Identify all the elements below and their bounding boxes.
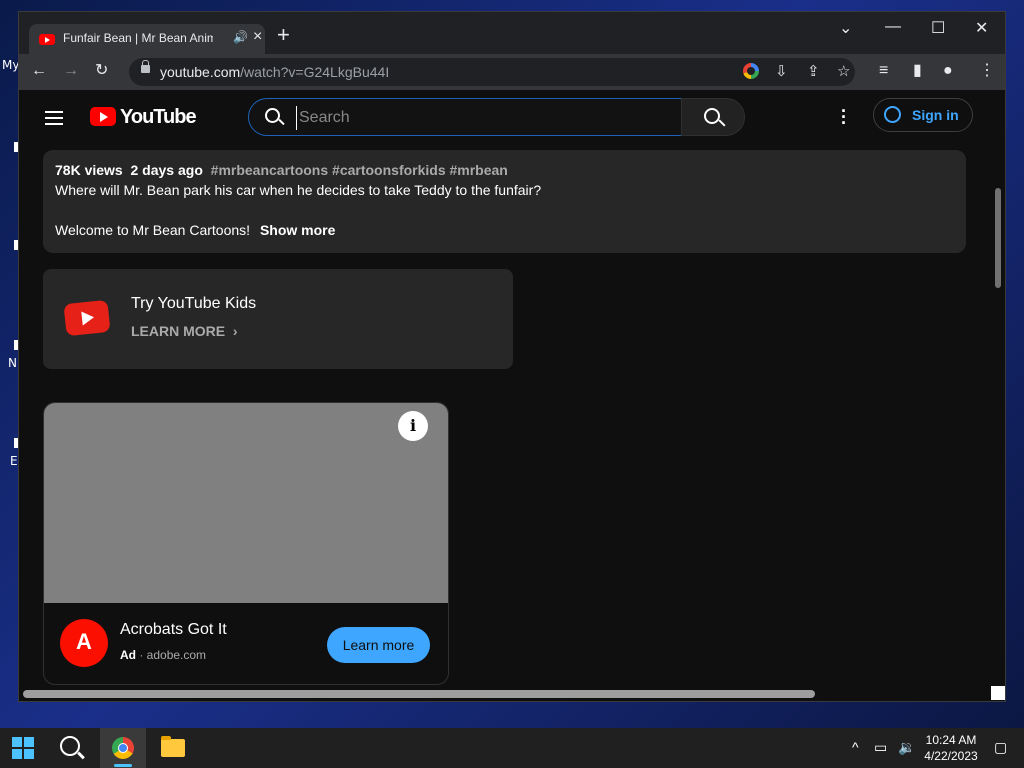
youtube-favicon-icon xyxy=(39,34,55,45)
search-input[interactable] xyxy=(296,106,661,130)
scrollbar-corner xyxy=(991,686,1005,700)
title-bar: Funfair Bean | Mr Bean Anim 🔊 × + ⌄ — ☐ … xyxy=(19,12,1005,54)
menu-kebab-icon[interactable]: ⋮ xyxy=(979,62,995,80)
ad-headline: Acrobats Got It xyxy=(120,621,227,638)
show-hidden-icons-chevron-icon[interactable]: ^ xyxy=(852,739,859,755)
back-button[interactable]: ← xyxy=(31,62,47,80)
youtube-kids-logo-icon xyxy=(63,299,111,337)
adobe-acrobat-logo-icon xyxy=(60,619,108,667)
bookmark-star-icon[interactable]: ☆ xyxy=(837,62,850,80)
notification-icon[interactable]: ▢ xyxy=(994,739,1007,756)
network-icon[interactable]: ▭ xyxy=(874,739,887,756)
tab-title: Funfair Bean | Mr Bean Anim xyxy=(63,31,213,45)
active-indicator xyxy=(114,764,132,767)
close-window-button[interactable]: ✕ xyxy=(975,18,988,38)
maximize-button[interactable]: ☐ xyxy=(931,18,945,38)
taskbar-search-icon[interactable] xyxy=(60,736,80,756)
ad-meta: Ad · adobe.com xyxy=(120,648,207,662)
search-box xyxy=(248,98,682,136)
browser-tab[interactable]: Funfair Bean | Mr Bean Anim 🔊 × xyxy=(29,24,265,54)
tab-search-chevron-icon[interactable]: ⌄ xyxy=(839,18,852,38)
media-control-icon[interactable]: ≡ xyxy=(879,62,888,80)
search-button[interactable] xyxy=(681,98,745,136)
desktop-icon-label: My xyxy=(2,58,20,72)
ad-card[interactable]: i Acrobats Got It Ad · adobe.com Learn m… xyxy=(43,402,449,685)
google-lens-icon[interactable] xyxy=(743,63,759,79)
ad-info-icon[interactable]: i xyxy=(398,411,428,441)
volume-icon[interactable]: 🔉 xyxy=(898,739,915,756)
address-bar[interactable]: youtube.com/watch?v=G24LkgBu44I ⇩ ⇪ ☆ xyxy=(129,58,855,86)
description-meta: 78K views 2 days ago #mrbeancartoons #ca… xyxy=(55,162,508,178)
desktop-icon-label: N xyxy=(8,356,17,370)
youtube-kids-promo[interactable]: Try YouTube Kids LEARN MORE › xyxy=(43,269,513,369)
vertical-scrollbar[interactable] xyxy=(995,188,1001,288)
sign-in-button[interactable]: Sign in xyxy=(873,98,973,132)
search-icon xyxy=(704,108,720,124)
share-icon[interactable]: ⇪ xyxy=(807,62,820,80)
speaker-icon[interactable]: 🔊 xyxy=(233,30,248,44)
close-tab-icon[interactable]: × xyxy=(253,28,262,46)
chrome-taskbar-button[interactable] xyxy=(100,728,146,768)
browser-toolbar: ← → ↻ youtube.com/watch?v=G24LkgBu44I ⇩ … xyxy=(19,54,1005,90)
account-icon xyxy=(884,106,901,123)
kids-promo-title: Try YouTube Kids xyxy=(131,295,257,312)
minimize-button[interactable]: — xyxy=(885,18,901,36)
forward-button[interactable]: → xyxy=(63,62,79,80)
browser-window: Funfair Bean | Mr Bean Anim 🔊 × + ⌄ — ☐ … xyxy=(18,11,1006,702)
search-icon xyxy=(265,108,280,123)
sign-in-label: Sign in xyxy=(912,107,959,123)
description-line: Welcome to Mr Bean Cartoons! Show more xyxy=(55,222,336,238)
youtube-page: YouTube ··· Sign in 78K views 2 days ago… xyxy=(19,90,1005,701)
show-more-button[interactable]: Show more xyxy=(260,222,335,238)
youtube-logo-icon[interactable] xyxy=(90,107,116,126)
horizontal-scrollbar[interactable] xyxy=(23,690,815,698)
lock-icon[interactable] xyxy=(141,60,150,73)
youtube-logo-text[interactable]: YouTube xyxy=(120,106,197,129)
url-text[interactable]: youtube.com/watch?v=G24LkgBu44I xyxy=(160,64,389,80)
settings-kebab-icon[interactable]: · · · xyxy=(841,102,847,132)
hamburger-menu-icon[interactable] xyxy=(45,111,63,129)
install-icon[interactable]: ⇩ xyxy=(775,62,788,80)
side-panel-icon[interactable]: ▮ xyxy=(913,62,922,80)
chrome-icon xyxy=(112,737,134,759)
profile-icon[interactable]: ● xyxy=(943,62,953,80)
ad-image[interactable] xyxy=(44,403,448,603)
taskbar: ^ ▭ 🔉 10:24 AM 4/22/2023 ▢ xyxy=(0,728,1024,768)
ad-learn-more-button[interactable]: Learn more xyxy=(327,627,430,663)
clock[interactable]: 10:24 AM 4/22/2023 xyxy=(922,732,980,764)
hashtags[interactable]: #mrbeancartoons #cartoonsforkids #mrbean xyxy=(211,162,508,178)
reload-button[interactable]: ↻ xyxy=(95,62,108,80)
learn-more-link[interactable]: LEARN MORE › xyxy=(131,323,238,339)
desktop-icon-label: E xyxy=(10,454,18,468)
start-windows-icon[interactable] xyxy=(12,737,34,759)
new-tab-button[interactable]: + xyxy=(277,24,290,46)
video-description[interactable]: 78K views 2 days ago #mrbeancartoons #ca… xyxy=(43,150,966,253)
description-line: Where will Mr. Bean park his car when he… xyxy=(55,182,542,198)
file-explorer-icon[interactable] xyxy=(161,736,185,757)
